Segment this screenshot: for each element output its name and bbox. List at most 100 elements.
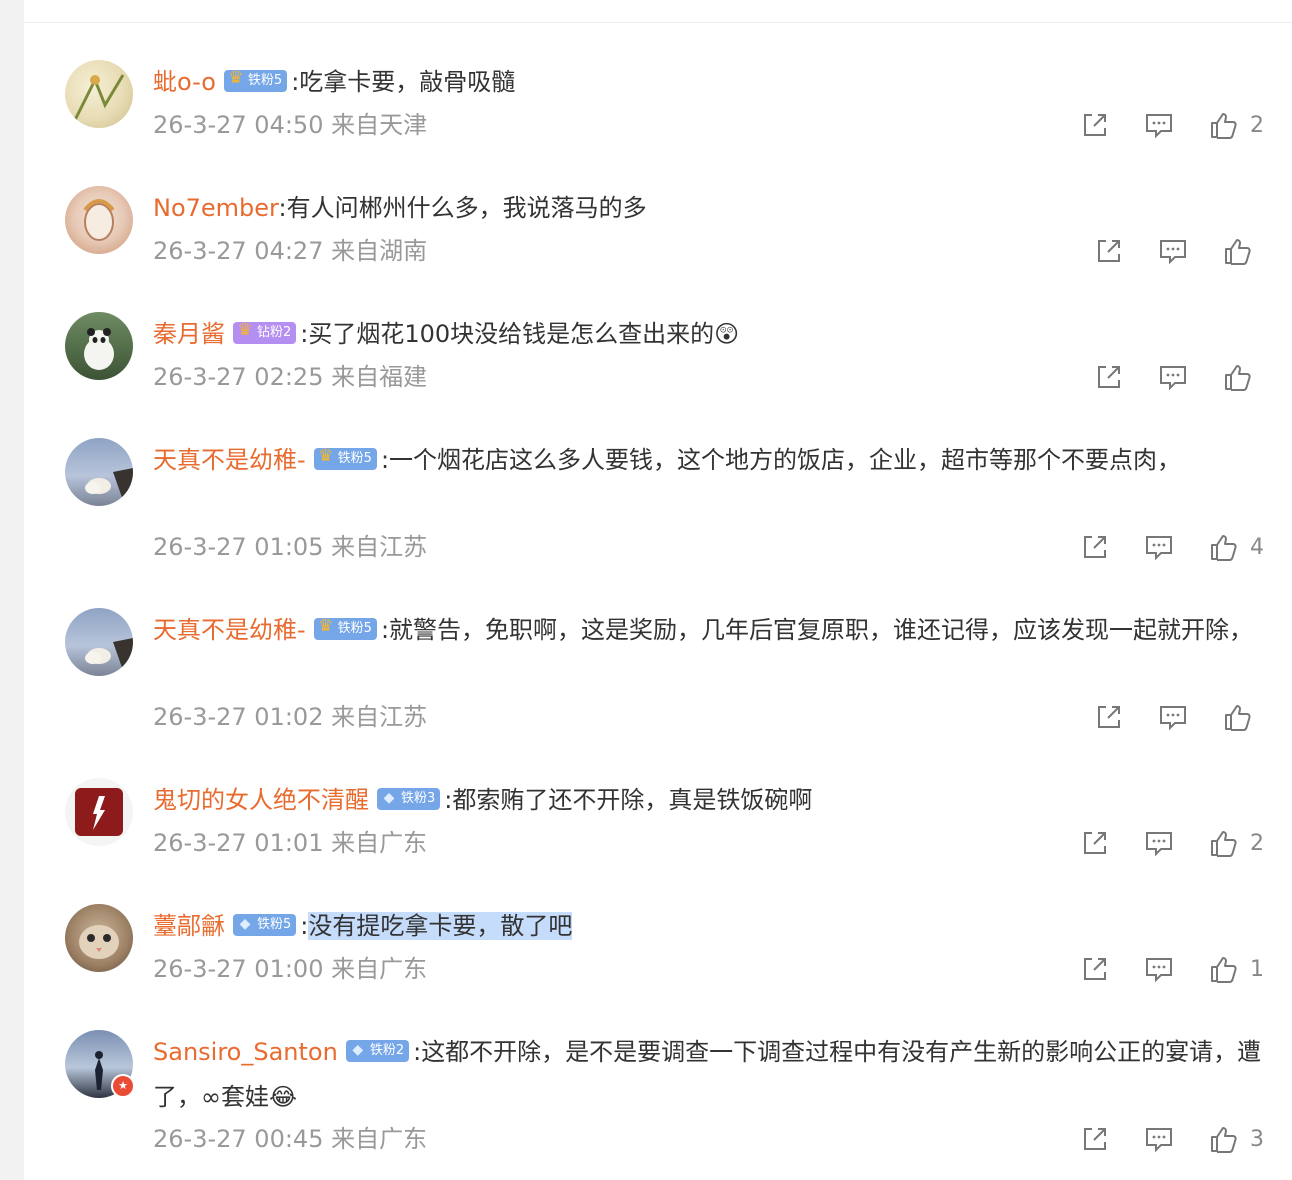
avatar[interactable] bbox=[65, 778, 133, 846]
username[interactable]: 天真不是幼稚- bbox=[153, 616, 306, 644]
comment-meta: 26-3-27 00:45 来自广东 bbox=[153, 1125, 428, 1153]
crown-icon: ♛ bbox=[228, 68, 244, 88]
avatar[interactable] bbox=[65, 608, 133, 676]
comment-button[interactable] bbox=[1144, 828, 1208, 858]
username[interactable]: 鬼切的女人绝不清醒 bbox=[153, 786, 369, 814]
avatar[interactable] bbox=[65, 186, 133, 254]
comment-meta: 26-3-27 04:27 来自湖南 bbox=[153, 237, 428, 265]
avatar[interactable] bbox=[65, 312, 133, 380]
like-button[interactable]: 2 bbox=[1208, 828, 1264, 858]
comment-button[interactable] bbox=[1144, 954, 1208, 984]
share-button[interactable] bbox=[1080, 954, 1144, 984]
like-button[interactable] bbox=[1222, 236, 1264, 266]
comment-button[interactable] bbox=[1158, 702, 1222, 732]
comment-icon bbox=[1146, 114, 1172, 139]
avatar[interactable] bbox=[65, 438, 133, 506]
crown-icon: ♛ bbox=[318, 616, 334, 636]
username[interactable]: Sansiro_Santon bbox=[153, 1038, 338, 1066]
share-button[interactable] bbox=[1080, 828, 1144, 858]
fan-badge[interactable]: ♛ 铁粉5 bbox=[223, 68, 288, 92]
share-button[interactable] bbox=[1094, 362, 1158, 392]
like-button[interactable]: 4 bbox=[1208, 532, 1264, 562]
colon: : bbox=[380, 446, 390, 474]
comment-text: 有人问郴州什么多，我说落马的多 bbox=[286, 194, 647, 222]
comment-icon bbox=[1160, 706, 1186, 731]
diamond-icon: ◆ bbox=[239, 916, 251, 932]
like-button[interactable]: 2 bbox=[1208, 110, 1264, 140]
thumb-up-icon bbox=[1211, 535, 1237, 561]
username[interactable]: 天真不是幼稚- bbox=[153, 446, 306, 474]
avatar[interactable] bbox=[65, 60, 133, 128]
thumb-up-icon bbox=[1211, 113, 1237, 139]
like-count: 4 bbox=[1250, 534, 1264, 560]
like-count: 2 bbox=[1250, 112, 1264, 138]
fan-badge[interactable]: ◆ 铁粉5 bbox=[233, 914, 297, 936]
fan-badge[interactable]: ◆ 铁粉2 bbox=[345, 1040, 410, 1062]
colon: : bbox=[380, 616, 390, 644]
share-button[interactable] bbox=[1080, 110, 1144, 140]
thumb-up-icon bbox=[1225, 705, 1251, 731]
share-icon bbox=[1084, 1128, 1106, 1150]
like-button[interactable] bbox=[1222, 362, 1264, 392]
thumb-up-icon bbox=[1225, 239, 1251, 265]
avatar[interactable]: ★ bbox=[65, 1030, 135, 1098]
thumb-up-icon bbox=[1211, 831, 1237, 857]
fan-badge[interactable]: ◆ 铁粉3 bbox=[377, 788, 441, 810]
comment-list: 蚍o-o ♛ 铁粉5:吃拿卡要，敲骨吸髓 26-3-27 04:50 来自天津 2 … bbox=[24, 0, 1292, 1180]
username[interactable]: 秦月酱 bbox=[153, 320, 225, 348]
comment-icon bbox=[1160, 366, 1186, 391]
share-button[interactable] bbox=[1094, 236, 1158, 266]
comment-text: 吃拿卡要，敲骨吸髓 bbox=[299, 68, 516, 96]
comment-button[interactable] bbox=[1144, 110, 1208, 140]
like-count: 1 bbox=[1250, 956, 1264, 982]
colon: : bbox=[413, 1038, 422, 1066]
comment-icon bbox=[1146, 832, 1172, 857]
comment-button[interactable] bbox=[1158, 362, 1222, 392]
like-button[interactable] bbox=[1222, 702, 1264, 732]
divider bbox=[24, 22, 1292, 23]
share-icon bbox=[1098, 240, 1120, 262]
comment-text: 就警告，免职啊，这是奖励，几年后官复原职，谁还记得，应该发现一起就开除， bbox=[389, 616, 1254, 644]
share-button[interactable] bbox=[1094, 702, 1158, 732]
fan-badge[interactable]: ♛ 铁粉5 bbox=[313, 616, 377, 640]
thumb-up-icon bbox=[1211, 1127, 1237, 1153]
avatar[interactable] bbox=[65, 904, 133, 972]
comment-text: 没有提吃拿卡要，散了吧 bbox=[308, 912, 573, 940]
thumb-up-icon bbox=[1211, 957, 1237, 983]
username[interactable]: No7ember bbox=[153, 194, 279, 222]
comment-icon bbox=[1160, 240, 1186, 265]
share-icon bbox=[1084, 958, 1106, 980]
comment-meta: 26-3-27 01:05 来自江苏 bbox=[153, 533, 428, 561]
crown-icon: ♛ bbox=[237, 320, 253, 340]
colon: : bbox=[278, 194, 287, 222]
comment-text: 买了烟花100块没给钱是怎么查出来的😲 bbox=[308, 320, 740, 348]
comment-meta: 26-3-27 04:50 来自天津 bbox=[153, 111, 428, 139]
comment-button[interactable] bbox=[1158, 236, 1222, 266]
verified-badge-icon: ★ bbox=[111, 1074, 135, 1098]
diamond-icon: ◆ bbox=[352, 1042, 364, 1058]
comment-meta: 26-3-27 01:02 来自江苏 bbox=[153, 703, 428, 731]
comment-button[interactable] bbox=[1144, 532, 1208, 562]
like-count: 2 bbox=[1250, 830, 1264, 856]
comment-text: 都索贿了还不开除，真是铁饭碗啊 bbox=[452, 786, 813, 814]
username[interactable]: 蚍o-o bbox=[153, 68, 216, 96]
comment-meta: 26-3-27 01:00 来自广东 bbox=[153, 955, 428, 983]
like-button[interactable]: 3 bbox=[1208, 1124, 1264, 1154]
share-icon bbox=[1098, 706, 1120, 728]
comment-icon bbox=[1146, 1128, 1172, 1153]
diamond-icon: ◆ bbox=[383, 790, 395, 806]
fan-badge[interactable]: ♛ 铁粉5 bbox=[313, 446, 377, 470]
like-count: 3 bbox=[1250, 1126, 1264, 1152]
comment-icon bbox=[1146, 958, 1172, 983]
share-button[interactable] bbox=[1080, 532, 1144, 562]
comment-text: 一个烟花店这么多人要钱，这个地方的饭店，企业，超市等那个不要点肉， bbox=[389, 446, 1182, 474]
share-icon bbox=[1084, 114, 1106, 136]
fan-badge[interactable]: ♛ 钻粉2 bbox=[233, 320, 297, 344]
share-icon bbox=[1084, 536, 1106, 558]
comment-icon bbox=[1146, 536, 1172, 561]
like-button[interactable]: 1 bbox=[1208, 954, 1264, 984]
username[interactable]: 薹鄗龢 bbox=[153, 912, 225, 940]
share-button[interactable] bbox=[1080, 1124, 1144, 1154]
comment-button[interactable] bbox=[1144, 1124, 1208, 1154]
crown-icon: ♛ bbox=[318, 446, 334, 466]
